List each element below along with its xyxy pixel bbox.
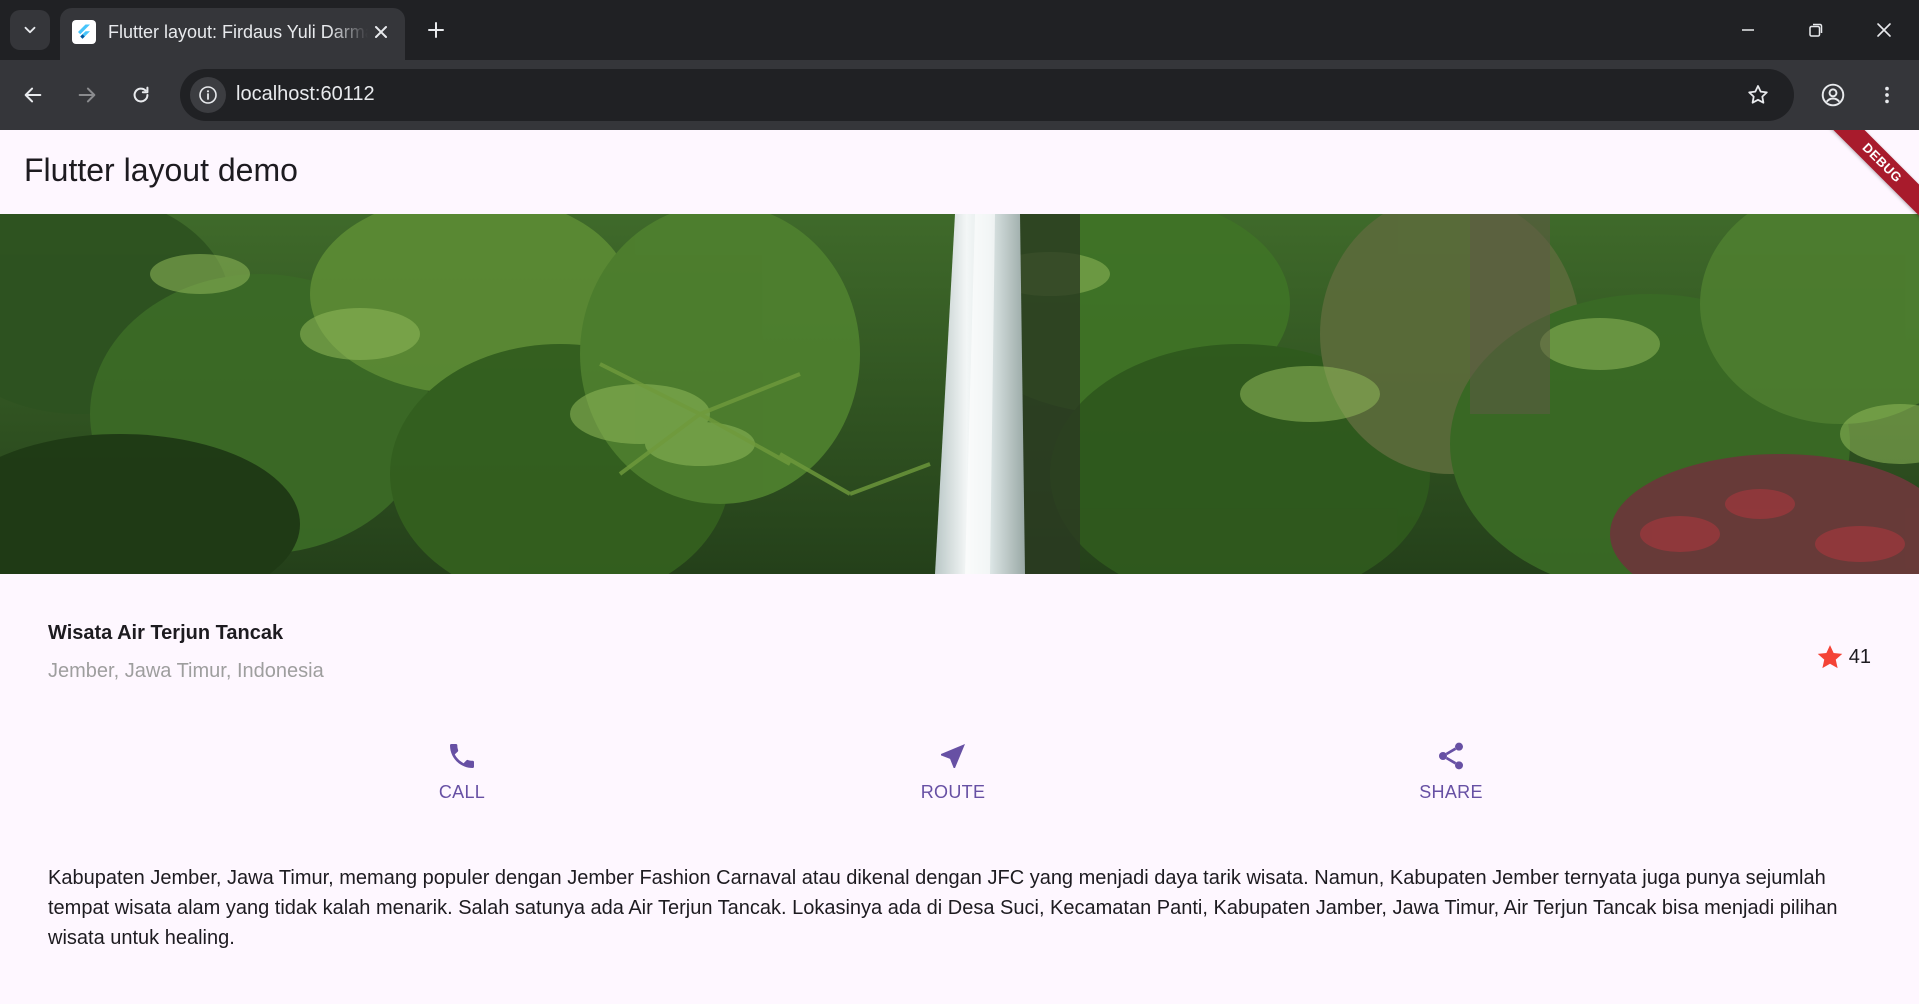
new-tab-button[interactable]: [418, 12, 454, 48]
tab-title: Flutter layout: Firdaus Yuli Darmawan: [108, 22, 368, 42]
call-button[interactable]: CALL: [402, 740, 522, 803]
address-bar[interactable]: localhost:60112: [180, 69, 1794, 121]
profile-button[interactable]: [1813, 75, 1853, 115]
place-location: Jember, Jawa Timur, Indonesia: [48, 660, 324, 682]
restore-button[interactable]: [1782, 0, 1850, 60]
arrow-right-icon: [78, 87, 96, 103]
tab-close-button[interactable]: [367, 18, 395, 46]
reload-icon: [133, 86, 149, 103]
minimize-icon: [1742, 29, 1754, 31]
more-vert-icon: [1885, 86, 1889, 104]
share-label: SHARE: [1419, 782, 1483, 802]
url-text: localhost:60112: [236, 83, 375, 105]
site-info-button[interactable]: [190, 77, 226, 113]
close-icon: [1877, 23, 1891, 37]
browser-toolbar: localhost:60112: [0, 60, 1919, 130]
close-icon: [375, 26, 387, 38]
flutter-logo-icon: [72, 20, 96, 44]
bookmark-button[interactable]: [1740, 77, 1776, 113]
forward-button[interactable]: [67, 75, 107, 115]
place-name: Wisata Air Terjun Tancak: [48, 622, 284, 644]
button-section: CALL ROUTE SHARE: [0, 740, 1919, 820]
tab-search-button[interactable]: [10, 10, 50, 50]
minimize-button[interactable]: [1714, 0, 1782, 60]
rating: 41: [1815, 642, 1871, 672]
title-section: Wisata Air Terjun Tancak Jember, Jawa Ti…: [48, 622, 1871, 702]
reload-button[interactable]: [121, 75, 161, 115]
arrow-left-icon: [24, 87, 42, 103]
flutter-app: Flutter layout demo Wisata Air Terjun Ta…: [0, 130, 1919, 1004]
browser-tabstrip: Flutter layout: Firdaus Yuli Darmawan: [0, 0, 1919, 60]
phone-icon: [450, 744, 474, 768]
chevron-down-icon: [24, 26, 36, 34]
app-bar-title: Flutter layout demo: [24, 152, 298, 188]
star-outline-icon: [1748, 85, 1768, 104]
restore-icon: [1809, 23, 1823, 37]
route-label: ROUTE: [920, 782, 986, 802]
waterfall-image: [0, 214, 1919, 574]
browser-tab-active[interactable]: Flutter layout: Firdaus Yuli Darmawan: [60, 8, 405, 60]
route-button[interactable]: ROUTE: [893, 740, 1013, 803]
menu-button[interactable]: [1867, 75, 1907, 115]
share-button[interactable]: SHARE: [1391, 740, 1511, 803]
call-label: CALL: [438, 782, 486, 802]
star-icon: [1817, 645, 1842, 669]
app-bar: Flutter layout demo: [0, 130, 1919, 214]
plus-icon: [428, 22, 444, 38]
share-icon: [1439, 742, 1463, 770]
description-text: Kabupaten Jember, Jawa Timur, memang pop…: [48, 867, 1838, 949]
close-window-button[interactable]: [1850, 0, 1918, 60]
account-circle-icon: [1821, 83, 1845, 107]
back-button[interactable]: [13, 75, 53, 115]
rating-count: 41: [1848, 645, 1871, 668]
info-icon: [199, 86, 217, 104]
near-me-icon: [941, 744, 965, 768]
